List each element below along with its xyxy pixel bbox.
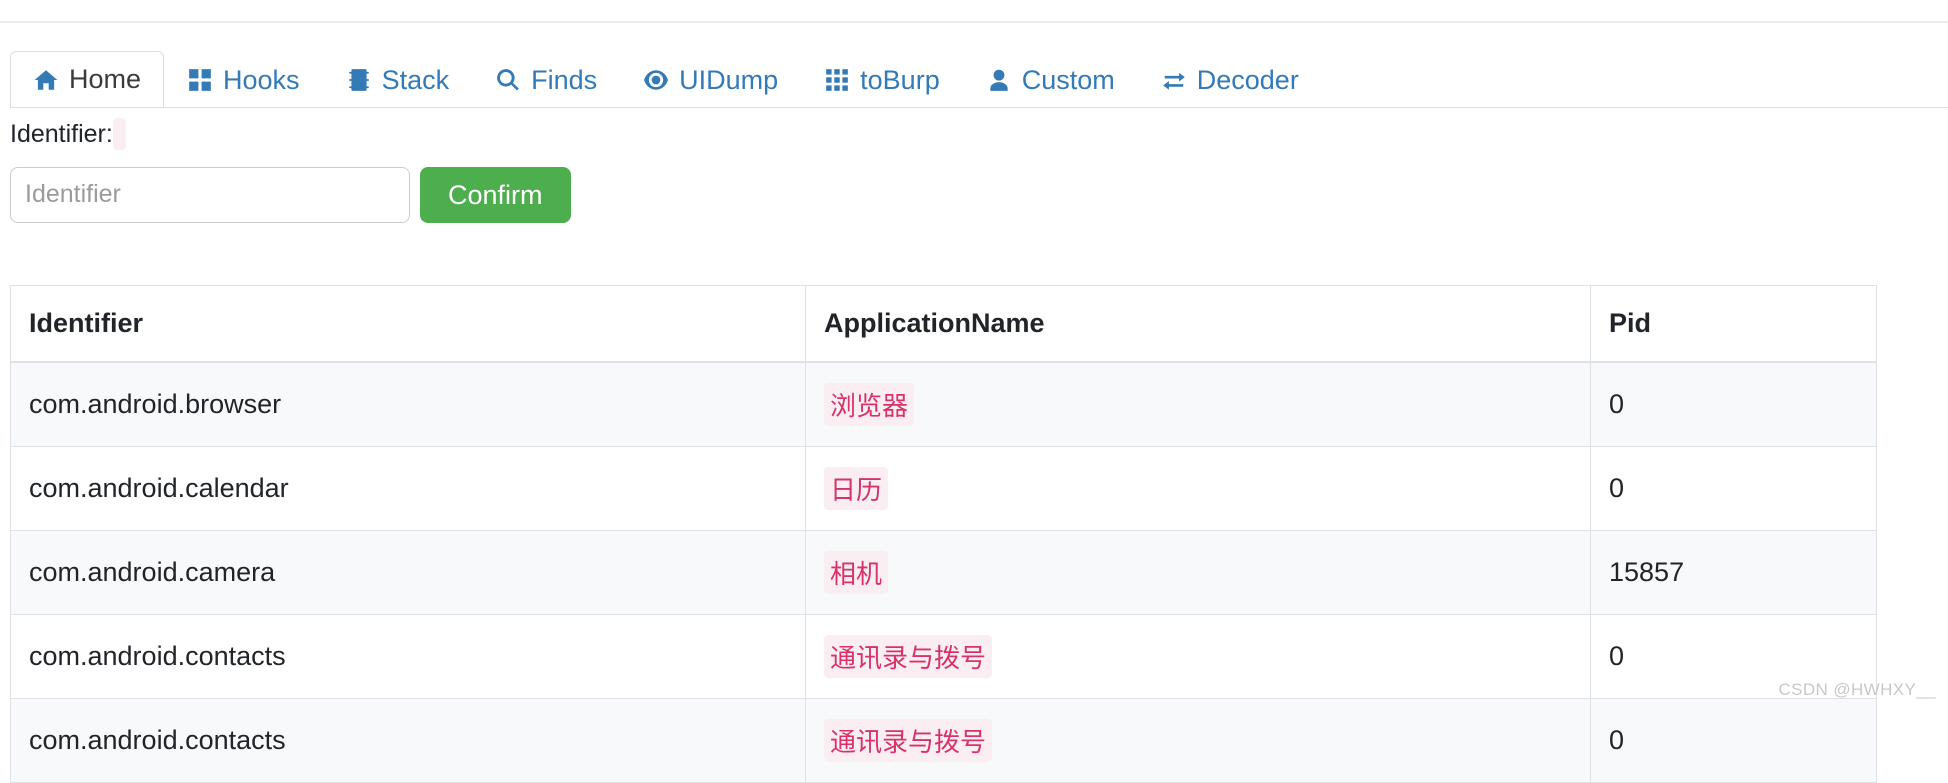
tab-label: Hooks — [223, 64, 300, 95]
table-header-row: Identifier ApplicationName Pid — [10, 285, 1877, 363]
cell-pid: 0 — [1590, 445, 1877, 531]
tab-label: Decoder — [1196, 64, 1299, 95]
identifier-label: Identifier: — [10, 118, 126, 151]
tab-hooks[interactable]: Hooks — [164, 51, 323, 108]
cell-applicationname: 通讯录与拨号 — [805, 613, 1591, 699]
user-icon — [986, 67, 1012, 93]
identifier-label-highlight — [112, 118, 126, 150]
identifier-input[interactable] — [10, 166, 410, 223]
main-tab-bar: Home Hooks Stack Finds UIDump toBurp Custom Dec… — [10, 51, 1948, 108]
cell-pid: 0 — [1590, 361, 1877, 447]
exchange-icon — [1161, 67, 1187, 93]
home-icon — [33, 67, 59, 93]
application-name-badge: 浏览器 — [824, 382, 915, 426]
application-name-badge: 相机 — [824, 550, 889, 594]
tab-stack[interactable]: Stack — [323, 51, 473, 108]
cell-applicationname: 通讯录与拨号 — [805, 697, 1591, 783]
tab-label: Home — [69, 64, 142, 94]
cell-applicationname: 相机 — [805, 529, 1591, 615]
cell-identifier: com.android.calendar — [10, 445, 806, 531]
cell-applicationname: 日历 — [805, 445, 1591, 531]
eye-icon — [643, 67, 669, 93]
cell-identifier: com.android.contacts — [10, 613, 806, 699]
identifier-form: Identifier: Confirm — [10, 118, 1910, 223]
confirm-button[interactable]: Confirm — [420, 166, 571, 223]
grid-3x3-icon — [824, 67, 850, 93]
table-body: com.android.browser 浏览器 0 com.android.calen… — [10, 361, 1877, 783]
tab-label: Stack — [381, 64, 450, 95]
top-divider — [0, 21, 1948, 23]
search-icon — [495, 67, 521, 93]
tab-label: UIDump — [679, 64, 779, 95]
cell-identifier: com.android.browser — [10, 361, 806, 447]
grid-2x2-icon — [187, 67, 213, 93]
cell-pid: 0 — [1590, 697, 1877, 783]
cell-applicationname: 浏览器 — [805, 361, 1591, 447]
tab-toburp[interactable]: toBurp — [801, 51, 963, 108]
table-row[interactable]: com.android.browser 浏览器 0 — [10, 361, 1877, 447]
cell-pid: 15857 — [1590, 529, 1877, 615]
tab-label: Finds — [531, 64, 598, 95]
column-header-identifier: Identifier — [10, 285, 806, 363]
table-head: Identifier ApplicationName Pid — [10, 285, 1877, 363]
column-header-pid: Pid — [1590, 285, 1877, 363]
table-row[interactable]: com.android.calendar 日历 0 — [10, 445, 1877, 531]
tab-finds[interactable]: Finds — [472, 51, 620, 108]
cell-identifier: com.android.contacts — [10, 697, 806, 783]
cell-identifier: com.android.camera — [10, 529, 806, 615]
identifier-label-row: Identifier: — [10, 118, 1910, 151]
table-row[interactable]: com.android.contacts 通讯录与拨号 0 — [10, 697, 1877, 783]
tab-label: toBurp — [860, 64, 940, 95]
application-name-badge: 通讯录与拨号 — [824, 718, 993, 762]
tab-bar-underline — [10, 107, 1948, 108]
layers-icon — [346, 67, 372, 93]
tab-label: Custom — [1021, 64, 1115, 95]
application-name-badge: 通讯录与拨号 — [824, 634, 993, 678]
table-row[interactable]: com.android.contacts 通讯录与拨号 0 — [10, 613, 1877, 699]
watermark: CSDN @HWHXY__ — [1778, 680, 1936, 699]
application-name-badge: 日历 — [824, 466, 889, 510]
tab-uidump[interactable]: UIDump — [620, 51, 801, 108]
identifier-input-row: Confirm — [10, 166, 1910, 223]
table-row[interactable]: com.android.camera 相机 15857 — [10, 529, 1877, 615]
tab-custom[interactable]: Custom — [963, 51, 1138, 108]
tab-home[interactable]: Home — [10, 51, 165, 108]
column-header-applicationname: ApplicationName — [805, 285, 1591, 363]
tab-decoder[interactable]: Decoder — [1138, 51, 1322, 108]
